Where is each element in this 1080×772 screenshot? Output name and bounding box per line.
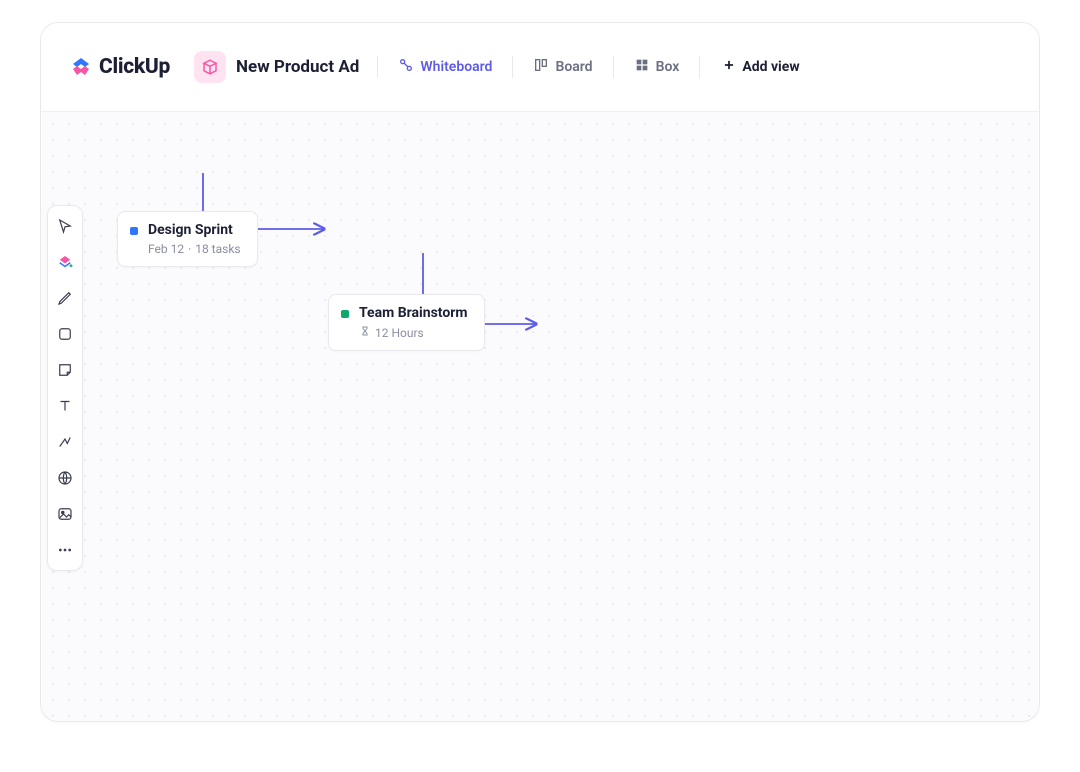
clickup-plus-icon[interactable]: [53, 250, 77, 274]
separator: [613, 56, 614, 78]
whiteboard-canvas[interactable]: Design Sprint Feb 12 · 18 tasks Team Bra…: [41, 111, 1039, 721]
connector-lines: [41, 112, 1039, 721]
add-view-label: Add view: [742, 59, 799, 75]
card-meta: 12 Hours: [359, 325, 468, 340]
card-design-sprint[interactable]: Design Sprint Feb 12 · 18 tasks: [117, 211, 258, 267]
add-view-button[interactable]: Add view: [722, 58, 799, 76]
dot-separator: ·: [188, 242, 191, 256]
clickup-logo-icon: [69, 55, 93, 79]
plus-icon: [722, 58, 736, 76]
tab-board[interactable]: Board: [531, 53, 594, 81]
tab-box[interactable]: Box: [632, 53, 682, 81]
brand-name: ClickUp: [99, 55, 170, 79]
card-title: Design Sprint: [148, 222, 241, 238]
tab-label: Board: [555, 59, 592, 75]
header: ClickUp New Product Ad Whiteboard Board: [41, 23, 1039, 111]
card-meta: Feb 12 · 18 tasks: [148, 242, 241, 256]
tab-label: Box: [656, 59, 680, 75]
card-date: Feb 12: [148, 242, 184, 256]
color-swatch-icon: [130, 227, 138, 235]
sticky-note-icon[interactable]: [53, 358, 77, 382]
text-icon[interactable]: [53, 394, 77, 418]
hourglass-icon: [359, 325, 371, 340]
card-team-brainstorm[interactable]: Team Brainstorm 12 Hours: [328, 294, 485, 351]
whiteboard-icon: [398, 57, 414, 77]
app-window: ClickUp New Product Ad Whiteboard Board: [40, 22, 1040, 722]
tab-whiteboard[interactable]: Whiteboard: [396, 53, 494, 81]
workspace-title: New Product Ad: [236, 57, 359, 77]
card-body: Team Brainstorm 12 Hours: [359, 305, 468, 340]
workspace-chip[interactable]: New Product Ad: [194, 51, 359, 83]
board-icon: [533, 57, 549, 77]
cube-icon: [194, 51, 226, 83]
card-hours: 12 Hours: [375, 326, 424, 340]
separator: [699, 56, 700, 78]
pencil-icon[interactable]: [53, 286, 77, 310]
shape-icon[interactable]: [53, 322, 77, 346]
tab-label: Whiteboard: [420, 59, 492, 75]
connector-icon[interactable]: [53, 430, 77, 454]
color-swatch-icon: [341, 310, 349, 318]
brand-logo[interactable]: ClickUp: [69, 55, 170, 79]
pointer-icon[interactable]: [53, 214, 77, 238]
separator: [512, 56, 513, 78]
web-icon[interactable]: [53, 466, 77, 490]
more-icon[interactable]: [53, 538, 77, 562]
card-title: Team Brainstorm: [359, 305, 468, 321]
box-icon: [634, 57, 650, 77]
whiteboard-toolbar: [47, 205, 83, 571]
image-icon[interactable]: [53, 502, 77, 526]
separator: [377, 56, 378, 78]
card-tasks: 18 tasks: [195, 242, 240, 256]
card-body: Design Sprint Feb 12 · 18 tasks: [148, 222, 241, 256]
